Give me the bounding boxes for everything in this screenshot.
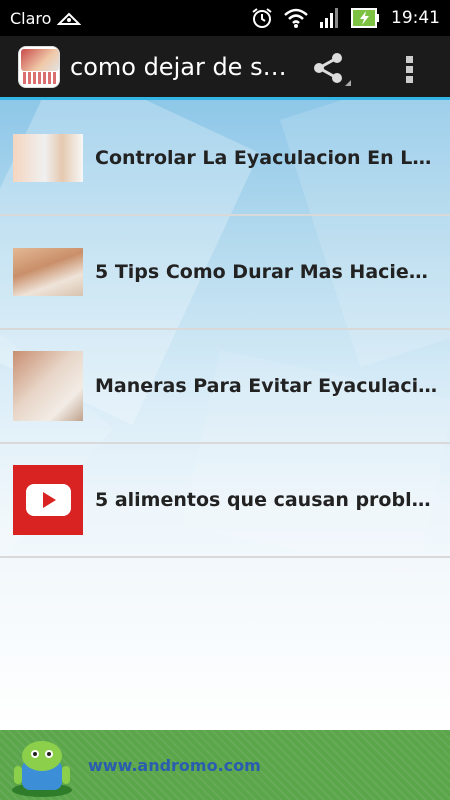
- photo-couple-embrace: [13, 248, 83, 296]
- list-item-title: Controlar La Eyaculacion En La M…: [95, 147, 440, 169]
- action-bar: como dejar de se…: [0, 36, 450, 100]
- ad-banner[interactable]: www.andromo.com: [0, 730, 450, 800]
- photo-couple-kiss: [13, 351, 83, 421]
- andromo-robot-icon: [12, 741, 72, 797]
- notification-icon: [57, 12, 82, 25]
- app-icon[interactable]: [18, 45, 60, 88]
- list-item[interactable]: Controlar La Eyaculacion En La M…: [0, 102, 450, 216]
- play-icon: [43, 492, 56, 508]
- list-content: Controlar La Eyaculacion En La M… 5 Tips…: [0, 100, 450, 730]
- overflow-menu-icon[interactable]: [400, 52, 420, 86]
- photo-couple-bed: [13, 134, 83, 182]
- app-icon-image: [21, 48, 59, 71]
- ad-text: www.andromo.com: [88, 756, 261, 775]
- status-bar: Claro 19:41: [0, 0, 450, 36]
- battery-charging-icon: [351, 8, 379, 28]
- list-item-title: 5 alimentos que causan problema…: [95, 489, 440, 511]
- signal-icon: [320, 8, 338, 28]
- list-item-title: 5 Tips Como Durar Mas Haciendo…: [95, 261, 440, 283]
- wifi-icon: [284, 8, 308, 28]
- share-icon[interactable]: [311, 52, 351, 86]
- clock: 19:41: [391, 8, 440, 28]
- list-item[interactable]: 5 alimentos que causan problema…: [0, 444, 450, 558]
- list-item[interactable]: Maneras Para Evitar Eyaculación…: [0, 330, 450, 444]
- carrier-label: Claro: [10, 8, 52, 28]
- app-title: como dejar de se…: [70, 52, 290, 81]
- alarm-icon: [252, 8, 272, 28]
- youtube-icon: [13, 465, 83, 535]
- list-item-title: Maneras Para Evitar Eyaculación…: [95, 375, 440, 397]
- app-icon-logo-text: [23, 71, 57, 84]
- list-item[interactable]: 5 Tips Como Durar Mas Haciendo…: [0, 216, 450, 330]
